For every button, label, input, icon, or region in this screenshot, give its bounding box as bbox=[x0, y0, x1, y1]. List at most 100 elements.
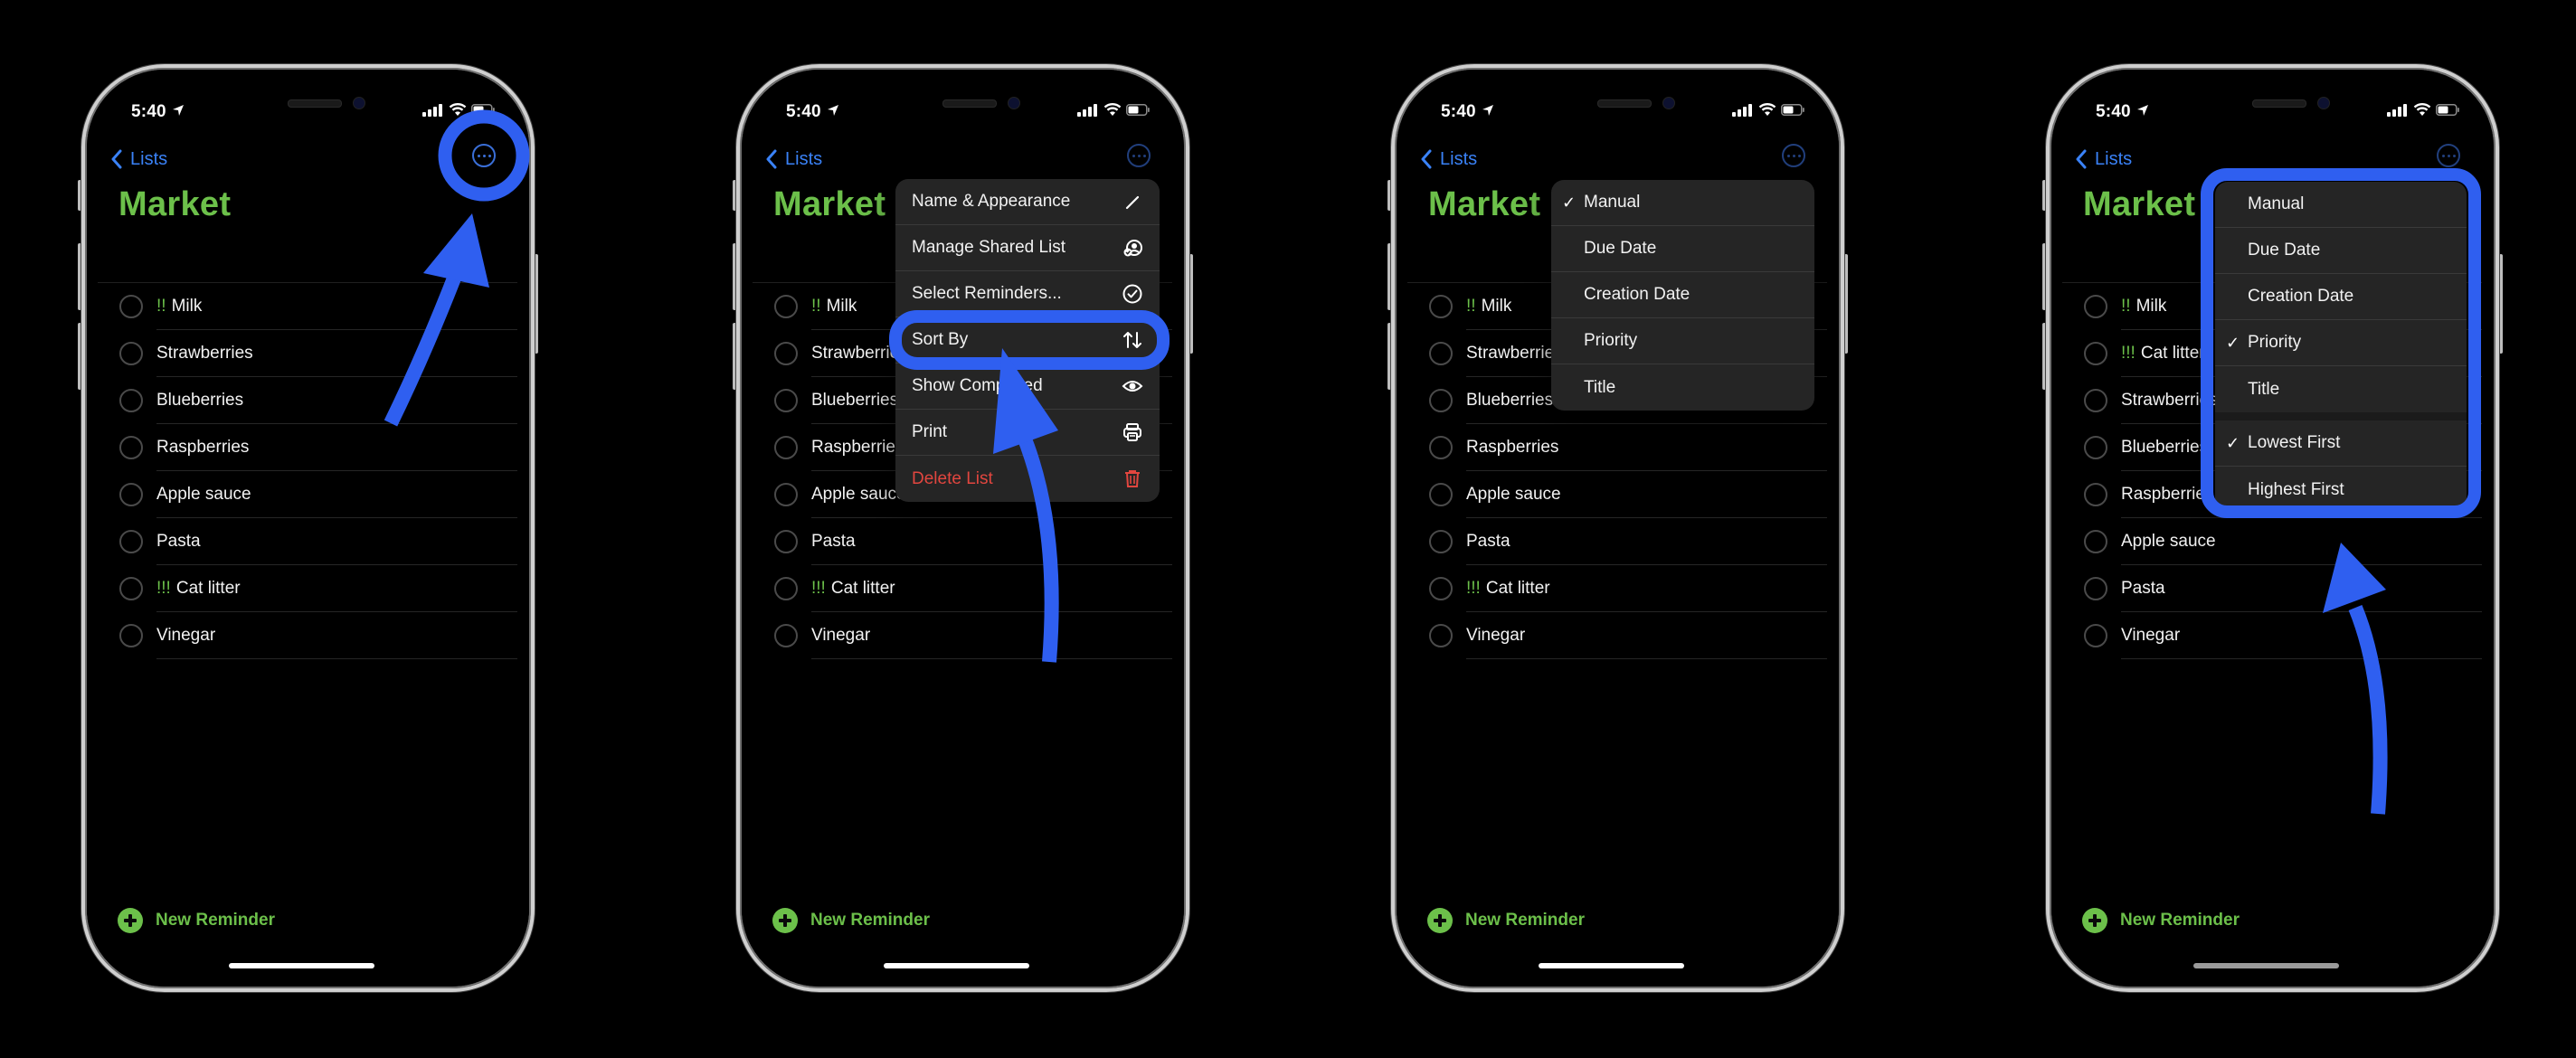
reminder-row[interactable]: !! Milk bbox=[87, 283, 529, 330]
sort-option-title[interactable]: Title bbox=[2215, 366, 2467, 412]
reminder-row[interactable]: Pasta bbox=[87, 518, 529, 565]
sort-option-due-date[interactable]: Due Date bbox=[2215, 228, 2467, 274]
sort-option-priority[interactable]: Priority bbox=[1551, 318, 1814, 364]
menu-item-print[interactable]: Print bbox=[895, 410, 1160, 456]
reminder-title[interactable]: Strawberries bbox=[156, 344, 253, 364]
reminder-title[interactable]: Vinegar bbox=[156, 626, 215, 646]
reminder-title[interactable]: !! Milk bbox=[156, 297, 202, 316]
completion-circle-checkbox[interactable] bbox=[1429, 436, 1453, 459]
completion-circle-checkbox[interactable] bbox=[119, 295, 143, 318]
reminder-title[interactable]: !!! Cat litter bbox=[156, 579, 241, 599]
sort-option-due-date[interactable]: Due Date bbox=[1551, 226, 1814, 272]
completion-circle-checkbox[interactable] bbox=[119, 342, 143, 365]
reminder-title[interactable]: Blueberries bbox=[156, 391, 243, 411]
reminder-row[interactable]: Pasta bbox=[742, 518, 1184, 565]
completion-circle-checkbox[interactable] bbox=[2084, 624, 2107, 647]
reminder-title[interactable]: !!! Cat litter bbox=[811, 579, 895, 599]
reminder-row[interactable]: Vinegar bbox=[742, 612, 1184, 659]
completion-circle-checkbox[interactable] bbox=[1429, 624, 1453, 647]
new-reminder-button[interactable]: New Reminder bbox=[772, 908, 930, 933]
completion-circle-checkbox[interactable] bbox=[2084, 483, 2107, 506]
reminder-row[interactable]: !!! Cat litter bbox=[742, 565, 1184, 612]
reminder-row[interactable]: Strawberries bbox=[87, 330, 529, 377]
reminder-title[interactable]: Vinegar bbox=[1466, 626, 1525, 646]
back-to-lists-button[interactable]: Lists bbox=[1420, 146, 1477, 173]
new-reminder-button[interactable]: New Reminder bbox=[1427, 908, 1585, 933]
completion-circle-checkbox[interactable] bbox=[1429, 342, 1453, 365]
completion-circle-checkbox[interactable] bbox=[1429, 483, 1453, 506]
completion-circle-checkbox[interactable] bbox=[774, 530, 798, 553]
completion-circle-checkbox[interactable] bbox=[1429, 530, 1453, 553]
completion-circle-checkbox[interactable] bbox=[774, 483, 798, 506]
reminder-title[interactable]: !! Milk bbox=[811, 297, 857, 316]
reminder-title[interactable]: Pasta bbox=[811, 532, 856, 552]
reminder-row[interactable]: Pasta bbox=[1397, 518, 1839, 565]
reminder-title[interactable]: Raspberries bbox=[156, 438, 249, 458]
completion-circle-checkbox[interactable] bbox=[119, 530, 143, 553]
completion-circle-checkbox[interactable] bbox=[119, 389, 143, 412]
reminder-row[interactable]: !!! Cat litter bbox=[1397, 565, 1839, 612]
completion-circle-checkbox[interactable] bbox=[1429, 389, 1453, 412]
reminder-title[interactable]: Raspberries bbox=[1466, 438, 1558, 458]
reminder-title[interactable]: Strawberries bbox=[2121, 391, 2218, 411]
completion-circle-checkbox[interactable] bbox=[774, 389, 798, 412]
completion-circle-checkbox[interactable] bbox=[774, 624, 798, 647]
reminder-title[interactable]: Pasta bbox=[1466, 532, 1511, 552]
more-options-button[interactable] bbox=[472, 144, 496, 167]
more-options-button[interactable] bbox=[2437, 144, 2460, 167]
completion-circle-checkbox[interactable] bbox=[2084, 295, 2107, 318]
menu-item-delete-list[interactable]: Delete List bbox=[895, 456, 1160, 502]
reminder-row[interactable]: Blueberries bbox=[87, 377, 529, 424]
back-to-lists-button[interactable]: Lists bbox=[2075, 146, 2132, 173]
back-to-lists-button[interactable]: Lists bbox=[110, 146, 167, 173]
completion-circle-checkbox[interactable] bbox=[119, 483, 143, 506]
completion-circle-checkbox[interactable] bbox=[1429, 577, 1453, 600]
reminder-title[interactable]: !! Milk bbox=[1466, 297, 1511, 316]
home-indicator[interactable] bbox=[1539, 963, 1684, 968]
sort-option-priority[interactable]: ✓ Priority bbox=[2215, 320, 2467, 366]
reminder-title[interactable]: Blueberries bbox=[2121, 438, 2208, 458]
reminder-row[interactable]: !!! Cat litter bbox=[87, 565, 529, 612]
sort-option-manual[interactable]: Manual bbox=[2215, 182, 2467, 228]
reminder-row[interactable]: Raspberries bbox=[87, 424, 529, 471]
completion-circle-checkbox[interactable] bbox=[1429, 295, 1453, 318]
menu-item-sort-by[interactable]: Sort By bbox=[895, 317, 1160, 364]
reminder-title[interactable]: Blueberries bbox=[1466, 391, 1553, 411]
completion-circle-checkbox[interactable] bbox=[2084, 530, 2107, 553]
reminder-title[interactable]: Raspberries bbox=[2121, 485, 2213, 505]
reminder-title[interactable]: Strawberries bbox=[811, 344, 908, 364]
reminder-row[interactable]: Apple sauce bbox=[87, 471, 529, 518]
completion-circle-checkbox[interactable] bbox=[774, 577, 798, 600]
reminder-title[interactable]: Apple sauce bbox=[2121, 532, 2216, 552]
completion-circle-checkbox[interactable] bbox=[2084, 436, 2107, 459]
completion-circle-checkbox[interactable] bbox=[119, 436, 143, 459]
sort-option-lowest-first[interactable]: ✓ Lowest First bbox=[2215, 420, 2467, 467]
menu-item-name-appearance[interactable]: Name & Appearance bbox=[895, 179, 1160, 225]
new-reminder-button[interactable]: New Reminder bbox=[2082, 908, 2240, 933]
completion-circle-checkbox[interactable] bbox=[119, 624, 143, 647]
sort-option-title[interactable]: Title bbox=[1551, 364, 1814, 411]
completion-circle-checkbox[interactable] bbox=[774, 436, 798, 459]
menu-item-manage-shared-list[interactable]: Manage Shared List bbox=[895, 225, 1160, 271]
reminder-row[interactable]: Vinegar bbox=[2051, 612, 2494, 659]
reminder-title[interactable]: Apple sauce bbox=[811, 485, 906, 505]
back-to-lists-button[interactable]: Lists bbox=[765, 146, 822, 173]
home-indicator[interactable] bbox=[2193, 963, 2339, 968]
menu-item-select-reminders[interactable]: Select Reminders... bbox=[895, 271, 1160, 317]
reminder-title[interactable]: !!! Cat litter bbox=[2121, 344, 2205, 364]
reminder-row[interactable]: Pasta bbox=[2051, 565, 2494, 612]
completion-circle-checkbox[interactable] bbox=[2084, 389, 2107, 412]
reminder-title[interactable]: !!! Cat litter bbox=[1466, 579, 1550, 599]
reminder-row[interactable]: Vinegar bbox=[87, 612, 529, 659]
home-indicator[interactable] bbox=[229, 963, 374, 968]
reminder-row[interactable]: Raspberries bbox=[1397, 424, 1839, 471]
home-indicator[interactable] bbox=[884, 963, 1029, 968]
more-options-button[interactable] bbox=[1782, 144, 1805, 167]
reminder-title[interactable]: Pasta bbox=[2121, 579, 2165, 599]
reminder-title[interactable]: Pasta bbox=[156, 532, 201, 552]
reminder-title[interactable]: Vinegar bbox=[2121, 626, 2180, 646]
reminder-title[interactable]: Raspberries bbox=[811, 438, 904, 458]
sort-option-creation-date[interactable]: Creation Date bbox=[1551, 272, 1814, 318]
reminder-title[interactable]: Apple sauce bbox=[1466, 485, 1561, 505]
sort-option-highest-first[interactable]: Highest First bbox=[2215, 467, 2467, 513]
